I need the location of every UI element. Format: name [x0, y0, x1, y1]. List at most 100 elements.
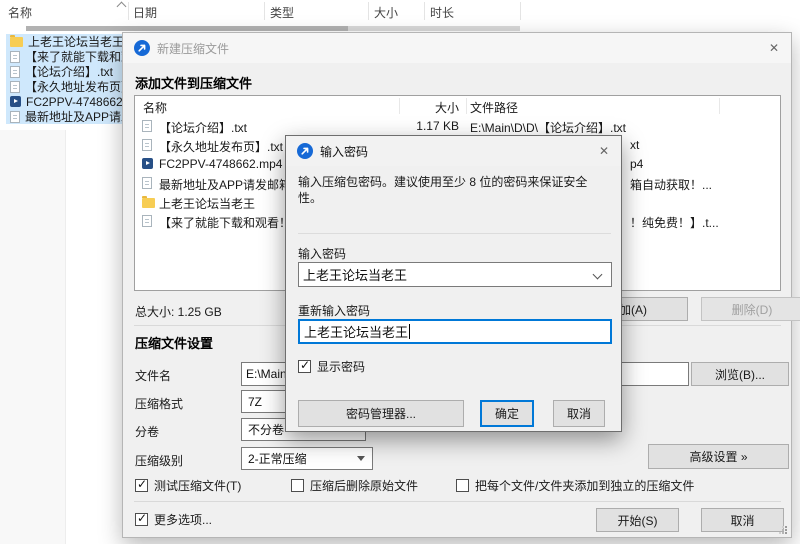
text-file-icon — [10, 50, 20, 63]
password-manager-button[interactable]: 密码管理器... — [298, 400, 464, 427]
dialog-title: 输入密码 — [320, 144, 369, 159]
column-divider — [719, 98, 720, 114]
checkbox-unchecked-icon — [291, 479, 304, 492]
row-size: 1.17 KB — [416, 119, 459, 133]
text-file-icon — [10, 80, 20, 93]
explorer-pane-divider — [0, 130, 66, 544]
checkbox-checked-icon — [298, 358, 311, 373]
password-dialog: 输入密码 ✕ 输入压缩包密码。建议使用至少 8 位的密码来保证安全性。 输入密码… — [285, 135, 622, 432]
cancel-button[interactable]: 取消 — [553, 400, 605, 427]
column-divider — [466, 98, 467, 114]
row-name: 上老王论坛当老王 — [159, 197, 256, 211]
volume-label: 分卷 — [135, 425, 160, 439]
password-value: 上老王论坛当老王 — [303, 268, 408, 283]
test-archive-checkbox[interactable]: 测试压缩文件(T) — [135, 477, 241, 494]
delete-button[interactable]: 删除(D) — [701, 297, 800, 321]
add-files-heading: 添加文件到压缩文件 — [135, 76, 253, 91]
checkbox-label: 显示密码 — [317, 360, 366, 374]
list-header: 名称 大小 文件路径 — [135, 96, 780, 116]
separator — [298, 233, 611, 234]
level-select[interactable]: 2-正常压缩 — [241, 447, 373, 470]
close-icon[interactable]: ✕ — [757, 33, 791, 62]
file-name: FC2PPV-4748662.... — [26, 94, 125, 109]
text-cursor — [409, 324, 411, 339]
file-row[interactable]: 上老王论坛当老王 — [6, 34, 125, 49]
explorer-column-header: 名称 日期 类型 大小 时长 — [0, 0, 800, 22]
text-file-icon — [142, 215, 152, 227]
format-value: 7Z — [248, 394, 263, 409]
checkbox-label: 压缩后删除原始文件 — [310, 479, 419, 493]
checkbox-checked-icon — [135, 511, 148, 526]
folder-icon — [10, 34, 23, 47]
file-name: 上老王论坛当老王 — [28, 35, 125, 49]
format-label: 压缩格式 — [135, 397, 184, 411]
app-icon — [297, 143, 313, 159]
confirm-password-input[interactable]: 上老王论坛当老王 — [298, 319, 612, 344]
password-dialog-titlebar[interactable]: 输入密码 ✕ — [286, 136, 621, 166]
column-divider[interactable] — [424, 2, 425, 20]
column-divider[interactable] — [128, 2, 129, 20]
folder-icon — [142, 196, 155, 208]
separate-archives-checkbox[interactable]: 把每个文件/文件夹添加到独立的压缩文件 — [456, 477, 694, 494]
column-divider[interactable] — [520, 2, 521, 20]
cancel-button[interactable]: 取消 — [701, 508, 784, 532]
column-header-name[interactable]: 名称 — [8, 4, 32, 21]
confirm-password-label: 重新输入密码 — [298, 304, 371, 318]
total-size-label: 总大小: 1.25 GB — [135, 305, 222, 319]
checkbox-checked-icon — [135, 477, 148, 492]
text-file-icon — [142, 139, 152, 151]
video-file-icon — [142, 158, 153, 169]
settings-heading: 压缩文件设置 — [135, 336, 214, 351]
show-password-checkbox[interactable]: 显示密码 — [298, 358, 365, 375]
confirm-password-value: 上老王论坛当老王 — [304, 325, 409, 340]
password-combobox[interactable]: 上老王论坛当老王 — [298, 262, 612, 287]
chevron-down-icon — [357, 456, 365, 461]
volume-value: 不分卷 — [248, 423, 285, 437]
dialog-title: 新建压缩文件 — [157, 41, 230, 56]
filename-label: 文件名 — [135, 369, 172, 383]
file-row[interactable]: 【论坛介绍】.txt — [6, 64, 125, 79]
close-icon[interactable]: ✕ — [587, 136, 621, 165]
column-divider — [399, 98, 400, 114]
filename-value: E:\Main\ — [246, 367, 291, 381]
sort-ascending-icon — [118, 0, 125, 7]
delete-original-checkbox[interactable]: 压缩后删除原始文件 — [291, 477, 418, 494]
file-row[interactable]: 【来了就能下载和观... — [6, 49, 125, 64]
screen: 名称 日期 类型 大小 时长 上老王论坛当老王 【来了就能下载和观... 【论坛… — [0, 0, 800, 544]
checkbox-label: 测试压缩文件(T) — [154, 479, 242, 493]
text-file-icon — [10, 65, 20, 78]
file-row[interactable]: FC2PPV-4748662.... — [6, 94, 125, 109]
list-column-name[interactable]: 名称 — [143, 99, 167, 116]
more-options-checkbox[interactable]: 更多选项... — [135, 511, 212, 528]
list-row[interactable]: 【论坛介绍】.txt 1.17 KB E:\Main\D\D\【论坛介绍】.tx… — [135, 117, 780, 136]
column-header-size[interactable]: 大小 — [374, 4, 398, 21]
archive-dialog-titlebar[interactable]: 新建压缩文件 ✕ — [123, 33, 791, 63]
start-button[interactable]: 开始(S) — [596, 508, 679, 532]
column-divider[interactable] — [368, 2, 369, 20]
text-file-icon — [142, 177, 152, 189]
row-path-tail: 箱自动获取！... — [630, 178, 713, 192]
browse-button[interactable]: 浏览(B)... — [691, 362, 789, 386]
list-column-path[interactable]: 文件路径 — [470, 99, 518, 116]
file-row[interactable]: 最新地址及APP请发... — [6, 109, 125, 124]
file-row[interactable]: 【永久地址发布页】... — [6, 79, 125, 94]
resize-grip-icon[interactable] — [779, 526, 787, 534]
level-label: 压缩级别 — [135, 454, 184, 468]
window-edge-strip — [26, 26, 348, 31]
advanced-settings-button[interactable]: 高级设置 » — [648, 444, 789, 469]
list-column-size[interactable]: 大小 — [399, 99, 462, 116]
column-divider[interactable] — [264, 2, 265, 20]
column-header-date[interactable]: 日期 — [133, 4, 157, 21]
checkbox-unchecked-icon — [456, 479, 469, 492]
app-icon — [134, 40, 150, 56]
text-file-icon — [142, 120, 152, 132]
ok-button[interactable]: 确定 — [480, 400, 534, 427]
chevron-down-icon[interactable] — [592, 269, 603, 280]
column-header-type[interactable]: 类型 — [270, 4, 294, 21]
level-value: 2-正常压缩 — [248, 452, 307, 466]
row-name: FC2PPV-4748662.mp4 — [159, 157, 283, 171]
checkbox-label: 更多选项... — [154, 513, 213, 527]
column-header-duration[interactable]: 时长 — [430, 4, 454, 21]
row-path-tail: xt — [630, 138, 640, 152]
file-name: 【来了就能下载和观... — [25, 50, 125, 64]
